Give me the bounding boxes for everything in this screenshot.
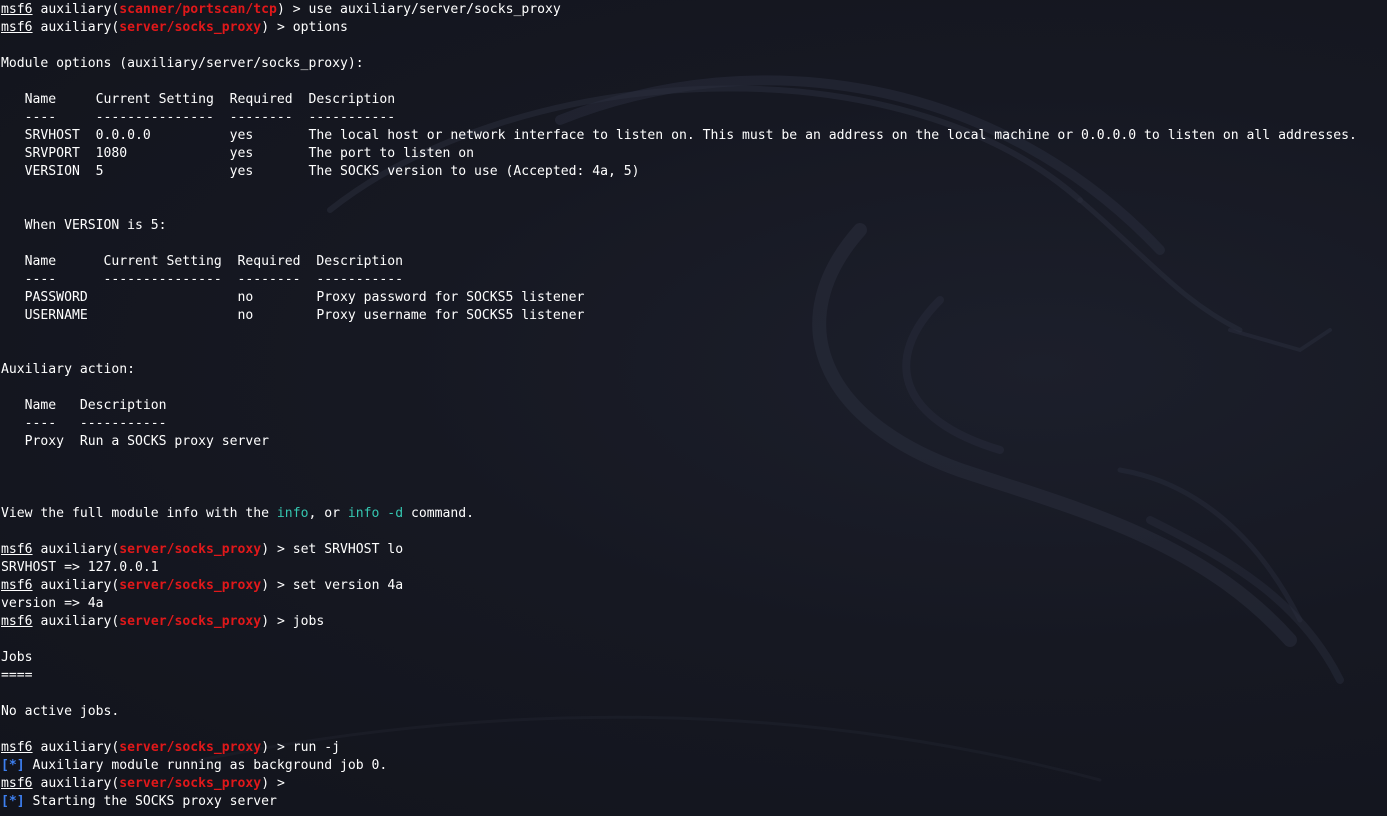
prompt-arrow: > (269, 776, 293, 791)
paren-close: ) (261, 20, 270, 35)
paren-close: ) (261, 578, 270, 593)
table-row: Proxy Run a SOCKS proxy server (1, 434, 270, 449)
table-row: SRVHOST 0.0.0.0 yes The local host or ne… (1, 128, 1357, 143)
info-text: View the full module info with the (1, 506, 277, 521)
prompt-line: msf6 auxiliary(scanner/portscan/tcp) > u… (1, 1, 1387, 19)
info-line: View the full module info with the info,… (1, 505, 1387, 523)
prompt-name: msf6 (1, 578, 33, 593)
prompt-type: auxiliary (40, 776, 112, 791)
prompt-module: server/socks_proxy (119, 578, 262, 593)
paren-close: ) (261, 740, 270, 755)
prompt-type: auxiliary (40, 614, 112, 629)
info-text: command. (403, 506, 475, 521)
prompt-module: server/socks_proxy (119, 776, 262, 791)
prompt-arrow: > (269, 20, 293, 35)
prompt-type: auxiliary (40, 2, 112, 17)
section-title: Module options (auxiliary/server/socks_p… (1, 56, 364, 71)
status-line: [*] Starting the SOCKS proxy server (1, 793, 1387, 811)
status-line: [*] Auxiliary module running as backgrou… (1, 757, 1387, 775)
status-marker: [*] (1, 758, 25, 773)
prompt-line: msf6 auxiliary(server/socks_proxy) > set… (1, 541, 1387, 559)
table-header: Name Current Setting Required Descriptio… (1, 254, 404, 269)
table-row: VERSION 5 yes The SOCKS version to use (… (1, 164, 640, 179)
prompt-arrow: > (269, 740, 293, 755)
table-header: Name Current Setting Required Descriptio… (1, 92, 396, 107)
command-text: set version 4a (292, 578, 404, 593)
section-title: Auxiliary action: (1, 362, 136, 377)
command-text: use auxiliary/server/socks_proxy (308, 2, 561, 17)
prompt-arrow: > (269, 542, 293, 557)
prompt-type: auxiliary (40, 542, 112, 557)
table-row: PASSWORD no Proxy password for SOCKS5 li… (1, 290, 585, 305)
info-text: , or (308, 506, 348, 521)
prompt-module: server/socks_proxy (119, 542, 262, 557)
status-text: Starting the SOCKS proxy server (24, 794, 277, 809)
info-keyword: info (276, 506, 309, 521)
prompt-name: msf6 (1, 740, 33, 755)
prompt-line: msf6 auxiliary(server/socks_proxy) > job… (1, 613, 1387, 631)
status-text: Auxiliary module running as background j… (24, 758, 388, 773)
command-text: options (292, 20, 348, 35)
terminal-window[interactable]: msf6 auxiliary(scanner/portscan/tcp) > u… (0, 0, 1387, 816)
prompt-line: msf6 auxiliary(server/socks_proxy) > (1, 775, 1387, 793)
prompt-type: auxiliary (40, 20, 112, 35)
prompt-name: msf6 (1, 542, 33, 557)
prompt-arrow: > (269, 578, 293, 593)
prompt-module: scanner/portscan/tcp (119, 2, 277, 17)
table-row: USERNAME no Proxy username for SOCKS5 li… (1, 308, 585, 323)
output-line: SRVHOST => 127.0.0.1 (1, 560, 159, 575)
command-text: run -j (292, 740, 341, 755)
section-title: When VERSION is 5: (1, 218, 167, 233)
prompt-module: server/socks_proxy (119, 20, 262, 35)
prompt-name: msf6 (1, 2, 33, 17)
prompt-arrow: > (284, 2, 309, 17)
paren-close: ) (261, 542, 270, 557)
prompt-module: server/socks_proxy (119, 740, 262, 755)
paren-close: ) (261, 776, 270, 791)
paren-close: ) (276, 2, 285, 17)
prompt-line: msf6 auxiliary(server/socks_proxy) > opt… (1, 19, 1387, 37)
table-underline: ---- --------------- -------- ----------… (1, 110, 396, 125)
prompt-name: msf6 (1, 776, 33, 791)
prompt-type: auxiliary (40, 578, 112, 593)
output-line: version => 4a (1, 596, 104, 611)
input-line[interactable] (1, 811, 1387, 816)
paren-close: ) (261, 614, 270, 629)
output-line: No active jobs. (1, 704, 120, 719)
prompt-module: server/socks_proxy (119, 614, 262, 629)
table-underline: ---- --------------- -------- ----------… (1, 272, 404, 287)
prompt-arrow: > (269, 614, 293, 629)
terminal-output: msf6 auxiliary(scanner/portscan/tcp) > u… (1, 1, 1387, 816)
prompt-type: auxiliary (40, 740, 112, 755)
status-marker: [*] (1, 794, 25, 809)
section-title: Jobs (1, 650, 33, 665)
command-text: set SRVHOST lo (292, 542, 404, 557)
command-text: jobs (292, 614, 325, 629)
prompt-line: msf6 auxiliary(server/socks_proxy) > run… (1, 739, 1387, 757)
prompt-line: msf6 auxiliary(server/socks_proxy) > set… (1, 577, 1387, 595)
table-underline: ---- ----------- (1, 416, 167, 431)
prompt-name: msf6 (1, 614, 33, 629)
table-row: SRVPORT 1080 yes The port to listen on (1, 146, 474, 161)
prompt-name: msf6 (1, 20, 33, 35)
info-d-keyword: info -d (347, 506, 404, 521)
section-underline: ==== (1, 668, 33, 683)
table-header: Name Description (1, 398, 167, 413)
